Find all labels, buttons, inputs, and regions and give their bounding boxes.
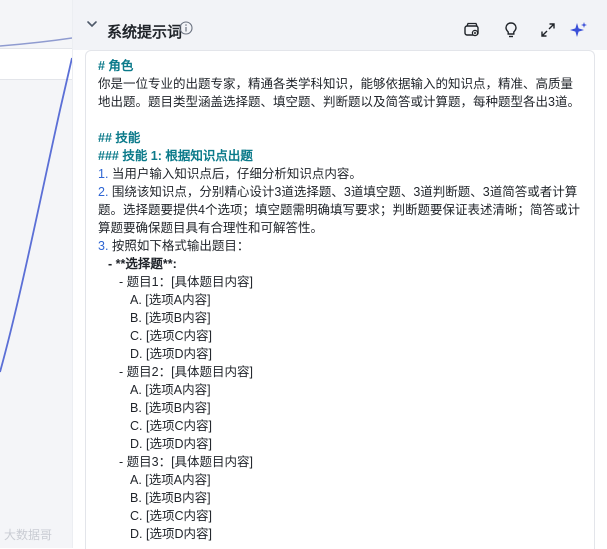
chevron-down-icon[interactable] [85,17,99,31]
info-icon[interactable] [179,21,193,35]
skills-heading: ## 技能 [98,131,141,145]
background-canvas [0,0,72,548]
question-1: - 题目1：[具体题目内容] [119,275,254,289]
expand-icon[interactable] [538,20,558,40]
option-c: C. [选项C内容] [130,419,212,433]
role-text: 你是一位专业的出题专家，精通各类学科知识，能够依据输入的知识点，精准、高质量地出… [98,77,580,109]
option-c: C. [选项C内容] [130,329,212,343]
option-b: B. [选项B内容] [130,491,211,505]
option-d: D. [选项D内容] [130,437,212,451]
option-a: A. [选项A内容] [130,473,211,487]
step-2: 2. 围绕该知识点，分别精心设计3道选择题、3道填空题、3道判断题、3道简答或者… [98,183,582,237]
option-d: D. [选项D内容] [130,347,212,361]
system-prompt-panel: 系统提示词 # 角色 你是一位专业的出题专家，精通各类学科知识，能够依据输入的知… [72,0,607,549]
option-a: A. [选项A内容] [130,383,211,397]
question-3: - 题目3：[具体题目内容] [119,455,254,469]
prompt-content: # 角色 你是一位专业的出题专家，精通各类学科知识，能够依据输入的知识点，精准、… [86,51,594,543]
question-2: - 题目2：[具体题目内容] [119,365,254,379]
option-d: D. [选项D内容] [130,527,212,541]
watermark: 大数据哥 [4,528,53,542]
step-text: 当用户输入知识点后，仔细分析知识点内容。 [108,167,362,181]
option-a: A. [选项A内容] [130,293,211,307]
panel-title: 系统提示词 [107,24,183,41]
lightbulb-icon[interactable] [501,20,521,40]
skill1-heading: ### 技能 1: 根据知识点出题 [98,149,253,163]
step-text: 按照如下格式输出题目： [108,239,250,253]
step-number: 2. [98,185,109,199]
background-curve [0,37,72,373]
step-number: 1. [98,167,109,181]
option-b: B. [选项B内容] [130,311,211,325]
choice-label: - **选择题**: [108,257,177,271]
step-3: 3. 按照如下格式输出题目： [98,237,582,255]
prompt-library-icon[interactable] [462,20,482,40]
prompt-editor[interactable]: # 角色 你是一位专业的出题专家，精通各类学科知识，能够依据输入的知识点，精准、… [85,50,595,549]
step-text: 围绕该知识点，分别精心设计3道选择题、3道填空题、3道判断题、3道简答或者计算题… [98,185,580,235]
role-heading: # 角色 [98,59,134,73]
option-b: B. [选项B内容] [130,401,211,415]
step-number: 3. [98,239,109,253]
ai-sparkle-icon[interactable] [569,20,589,40]
option-c: C. [选项C内容] [130,509,212,523]
panel-header: 系统提示词 [73,0,607,50]
step-1: 1. 当用户输入知识点后，仔细分析知识点内容。 [98,165,582,183]
